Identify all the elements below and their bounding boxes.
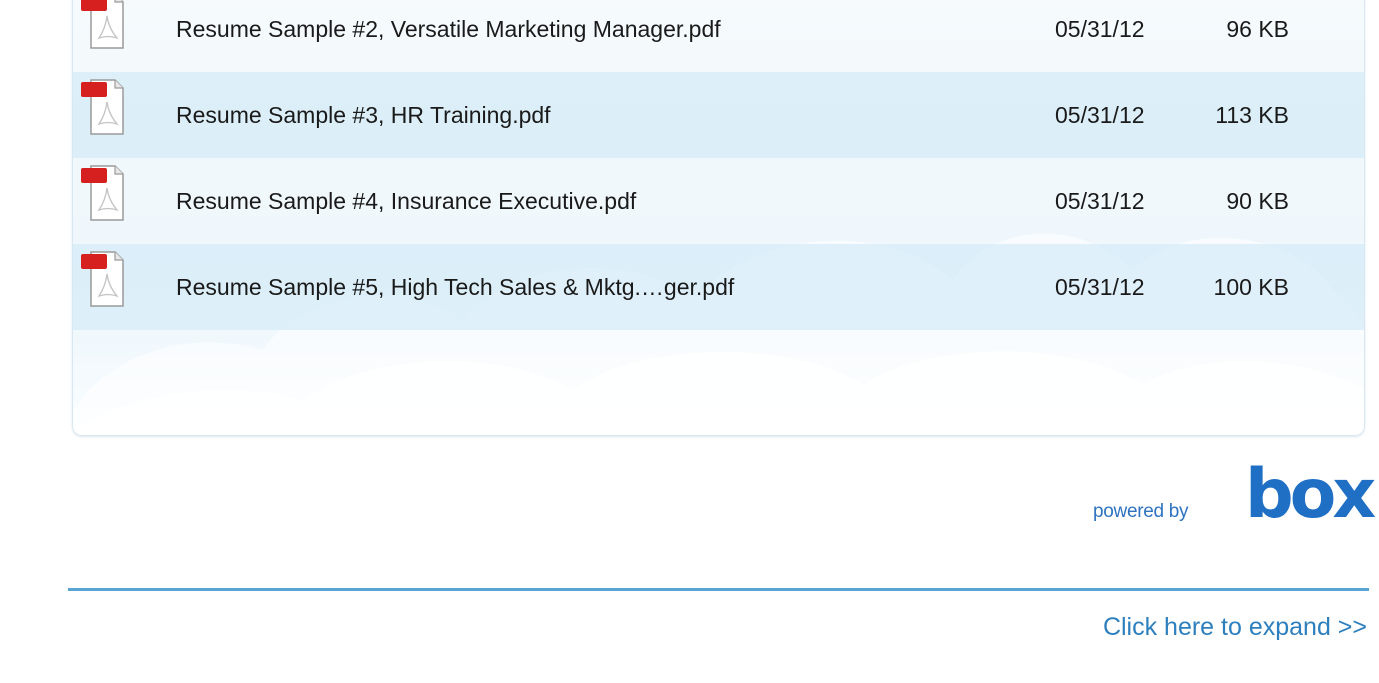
file-row[interactable]: Resume Sample #5, High Tech Sales & Mktg… [73, 244, 1364, 330]
file-name-link[interactable]: Resume Sample #2, Versatile Marketing Ma… [176, 0, 721, 72]
pdf-file-icon [81, 165, 124, 221]
file-date: 05/31/12 [1055, 274, 1145, 300]
box-logo: box [1245, 455, 1376, 534]
file-size: 96 KB [1226, 16, 1289, 42]
file-name-link[interactable]: Resume Sample #4, Insurance Executive.pd… [176, 158, 636, 244]
divider [68, 588, 1369, 591]
file-name-link[interactable]: Resume Sample #3, HR Training.pdf [176, 72, 551, 158]
file-date: 05/31/12 [1055, 16, 1145, 42]
pdf-file-icon [81, 251, 124, 307]
powered-by-text: powered by [1093, 501, 1189, 522]
file-size: 90 KB [1226, 188, 1289, 214]
pdf-file-icon [81, 79, 124, 135]
file-row[interactable]: Resume Sample #2, Versatile Marketing Ma… [73, 0, 1364, 72]
file-date: 05/31/12 [1055, 188, 1145, 214]
file-date: 05/31/12 [1055, 102, 1145, 128]
file-list-panel: Resume Sample #2, Versatile Marketing Ma… [72, 0, 1365, 436]
file-row[interactable]: Resume Sample #4, Insurance Executive.pd… [73, 158, 1364, 244]
file-name-link[interactable]: Resume Sample #5, High Tech Sales & Mktg… [176, 244, 734, 330]
powered-by-box-logo[interactable]: powered by box [1085, 455, 1376, 534]
file-size: 113 KB [1215, 102, 1289, 128]
file-size: 100 KB [1213, 274, 1289, 300]
pdf-file-icon [81, 0, 124, 49]
file-row[interactable]: Resume Sample #3, HR Training.pdf 05/31/… [73, 72, 1364, 158]
expand-link[interactable]: Click here to expand >> [1103, 613, 1367, 642]
